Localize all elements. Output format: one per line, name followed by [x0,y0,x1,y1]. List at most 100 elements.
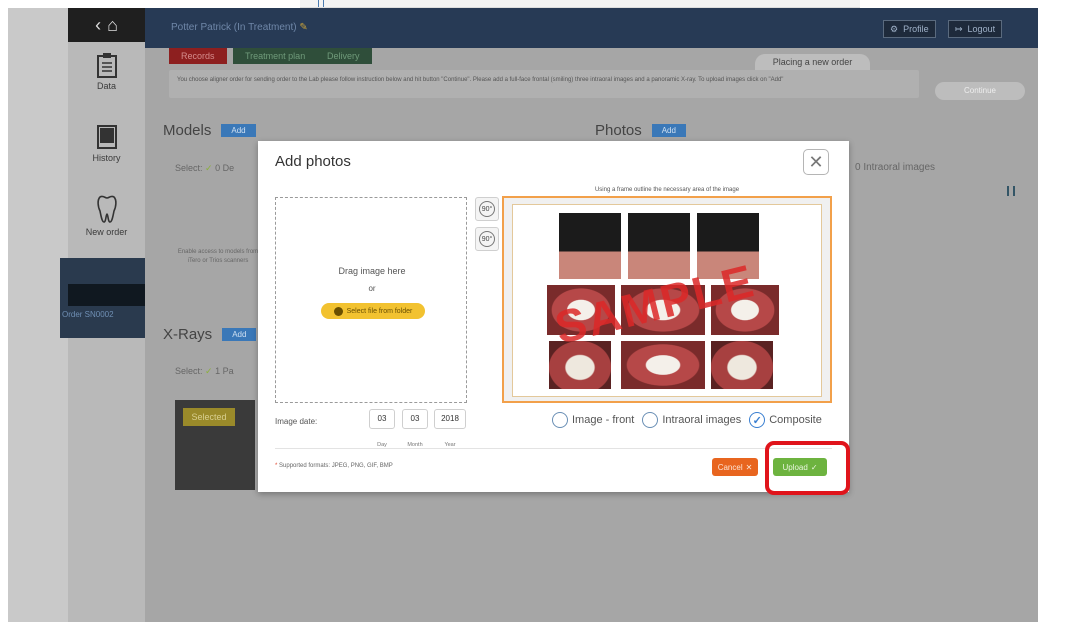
rotate-left-button[interactable]: 90° [475,227,499,251]
image-type-radio-group: Image - front Intraoral images ✓ Composi… [552,412,822,428]
xrays-title: X-Rays [163,326,213,343]
year-field[interactable]: 2018 [434,409,466,429]
tab-records[interactable]: Records [169,48,227,64]
xrays-select: Select: ✓ 1 Pa [175,366,234,377]
edit-pencil-icon[interactable]: ✎ [299,22,307,33]
xrays-count: 1 Pa [215,366,234,376]
radio-intraoral-images[interactable]: Intraoral images [642,412,741,428]
tooth-icon [96,195,117,223]
models-section-title: Models Add [163,122,256,139]
radio-circle [642,412,659,428]
add-photos-modal: Add photos ✕ Drag image here or Select f… [258,141,849,492]
crop-hint: Using a frame outline the necessary area… [594,187,740,193]
modal-title: Add photos [275,153,351,170]
modal-divider [275,448,832,449]
models-title: Models [163,122,212,139]
or-text: or [368,284,376,293]
order-label: Order SN0002 [62,310,114,319]
supported-formats: * Supported formats: JPEG, PNG, GIF, BMP [275,463,393,469]
patient-name-text: Potter Patrick (In Treatment) [171,22,297,33]
rotate-left-icon: 90° [479,231,495,247]
check-icon: ✓ [205,366,213,376]
info-message: You choose aligner order for sending ord… [169,70,919,98]
day-field[interactable]: 03 [369,409,395,429]
models-add-button[interactable]: Add [221,124,256,137]
logout-icon: ↦ [955,23,963,34]
top-strip [300,0,860,8]
continue-button[interactable]: Continue [935,82,1025,100]
select-label: Select: [175,366,203,376]
tab-label: Treatment plan [245,51,306,61]
sidebar-item-history[interactable]: History [68,124,145,163]
formats-text: Supported formats: JPEG, PNG, GIF, BMP [279,463,393,469]
tab-treatment-plan[interactable]: Treatment plan [233,48,318,64]
scroll-marker [318,0,324,7]
order-highlight-bar [68,284,145,306]
logout-label: Logout [967,24,996,34]
cancel-button[interactable]: Cancel ✕ [712,458,758,476]
xrays-add-button[interactable]: Add [222,328,257,341]
image-dropzone[interactable]: Drag image here or Select file from fold… [275,197,467,403]
select-label: Select: [175,163,203,173]
scanner-note: Enable access to models from iTero or Tr… [177,249,259,264]
select-file-label: Select file from folder [346,307,413,315]
rotate-left-label: 90° [481,235,493,243]
photo-face-left [559,213,621,279]
tab-label: Records [181,51,215,61]
sidebar-item-label: Data [96,81,116,91]
profile-button[interactable]: ⚙ Profile [883,20,936,38]
radio-label: Composite [769,414,822,426]
xray-thumbnail[interactable]: Selected [175,400,255,490]
profile-label: Profile [903,24,929,34]
photos-section-title: Photos Add [595,122,686,139]
image-date-label: Image date: [275,417,318,426]
required-star: * [275,463,278,469]
rotate-right-button[interactable]: 90° [475,197,499,221]
radio-composite[interactable]: ✓ Composite [749,412,822,428]
photos-title: Photos [595,122,642,139]
gear-icon: ⚙ [890,23,899,34]
photos-add-button[interactable]: Add [651,124,686,137]
photo-smile-closeup [621,341,705,389]
rotate-right-label: 90° [481,205,493,213]
image-preview[interactable]: SAMPLE [502,196,832,403]
crop-frame[interactable]: SAMPLE [512,204,822,397]
close-icon[interactable]: ✕ [803,149,829,175]
cancel-label: Cancel [717,462,743,472]
radio-circle [552,412,568,428]
checkmark-icon: ✓ [749,412,766,428]
sidebar-item-new-order[interactable]: New order [68,194,145,237]
folder-icon [333,306,343,316]
intraoral-count: 0 Intraoral images [855,162,936,173]
select-file-button[interactable]: Select file from folder [321,303,425,319]
xrays-section-title: X-Rays Add [163,326,257,343]
upload-highlight-box [765,441,850,495]
home-back-button[interactable]: ‹ ⌂ [68,8,145,42]
rotate-right-icon: 90° [479,201,495,217]
radio-image-front[interactable]: Image - front [552,412,634,428]
radio-label: Image - front [572,414,635,426]
clipboard-icon [96,53,117,78]
home-icon: ⌂ [107,14,118,35]
tab-label: Delivery [327,51,360,61]
drag-text: Drag image here [338,266,406,276]
app-background: ‹ ⌂ Data History New order Order SN0002 … [0,0,1071,622]
logout-button[interactable]: ↦ Logout [948,20,1003,38]
models-select: Select: ✓ 0 De [175,163,234,174]
check-icon: ✓ [205,163,213,173]
view-toggle-icon[interactable] [1007,186,1015,196]
models-count: 0 De [215,163,235,173]
sidebar-item-label: New order [85,227,128,237]
book-icon [96,125,117,149]
sidebar-item-data[interactable]: Data [68,52,145,91]
month-field[interactable]: 03 [402,409,428,429]
selected-badge: Selected [183,408,235,426]
patient-name: Potter Patrick (In Treatment) ✎ [171,22,308,33]
radio-label: Intraoral images [662,414,742,426]
placing-order-label: Placing a new order [755,54,870,70]
tab-delivery[interactable]: Delivery [315,48,372,64]
close-x-icon: ✕ [745,462,753,472]
sidebar-item-label: History [92,153,121,163]
back-chevron-icon: ‹ [95,14,102,35]
sidebar-item-order[interactable]: Order SN0002 [60,258,145,338]
